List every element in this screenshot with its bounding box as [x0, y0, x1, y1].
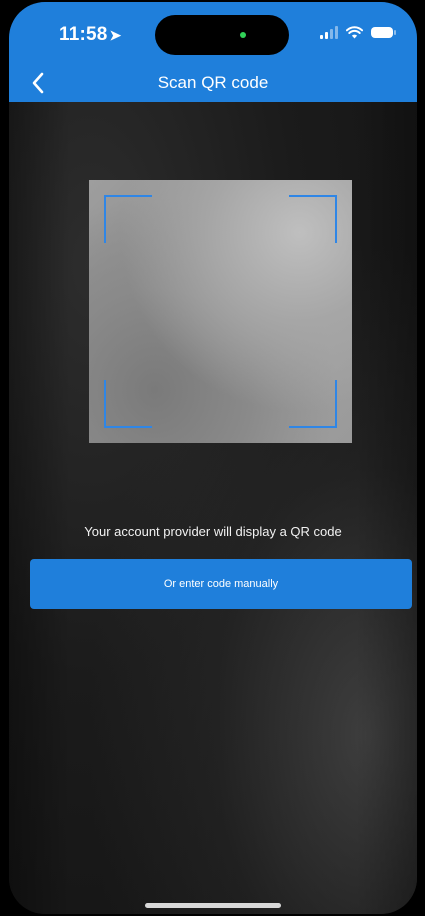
page-title: Scan QR code — [157, 73, 269, 92]
home-indicator[interactable] — [145, 903, 281, 908]
dynamic-island — [155, 15, 289, 55]
status-bar-icons — [320, 26, 396, 39]
scan-instruction-text: Your account provider will display a QR … — [84, 524, 342, 539]
phone-screen: 11:58 ➤ Scan QR code Your account provid… — [9, 2, 417, 914]
camera-in-use-indicator — [240, 32, 246, 38]
viewfinder-corner-top-right — [289, 195, 337, 243]
viewfinder-corner-bottom-right — [289, 380, 337, 428]
qr-scan-viewfinder — [89, 180, 352, 443]
location-arrow-icon: ➤ — [109, 27, 122, 43]
viewfinder-corner-top-left — [104, 195, 152, 243]
app-header: 11:58 ➤ Scan QR code — [9, 2, 417, 102]
enter-code-manually-button[interactable]: Or enter code manually — [30, 559, 412, 609]
device-frame: 11:58 ➤ Scan QR code Your account provid… — [0, 0, 425, 916]
wifi-icon — [346, 26, 363, 39]
status-bar-time: 11:58 ➤ — [59, 24, 121, 46]
cellular-signal-icon — [320, 26, 338, 39]
status-time-text: 11:58 — [59, 24, 108, 45]
viewfinder-corner-bottom-left — [104, 380, 152, 428]
battery-icon — [371, 27, 396, 38]
